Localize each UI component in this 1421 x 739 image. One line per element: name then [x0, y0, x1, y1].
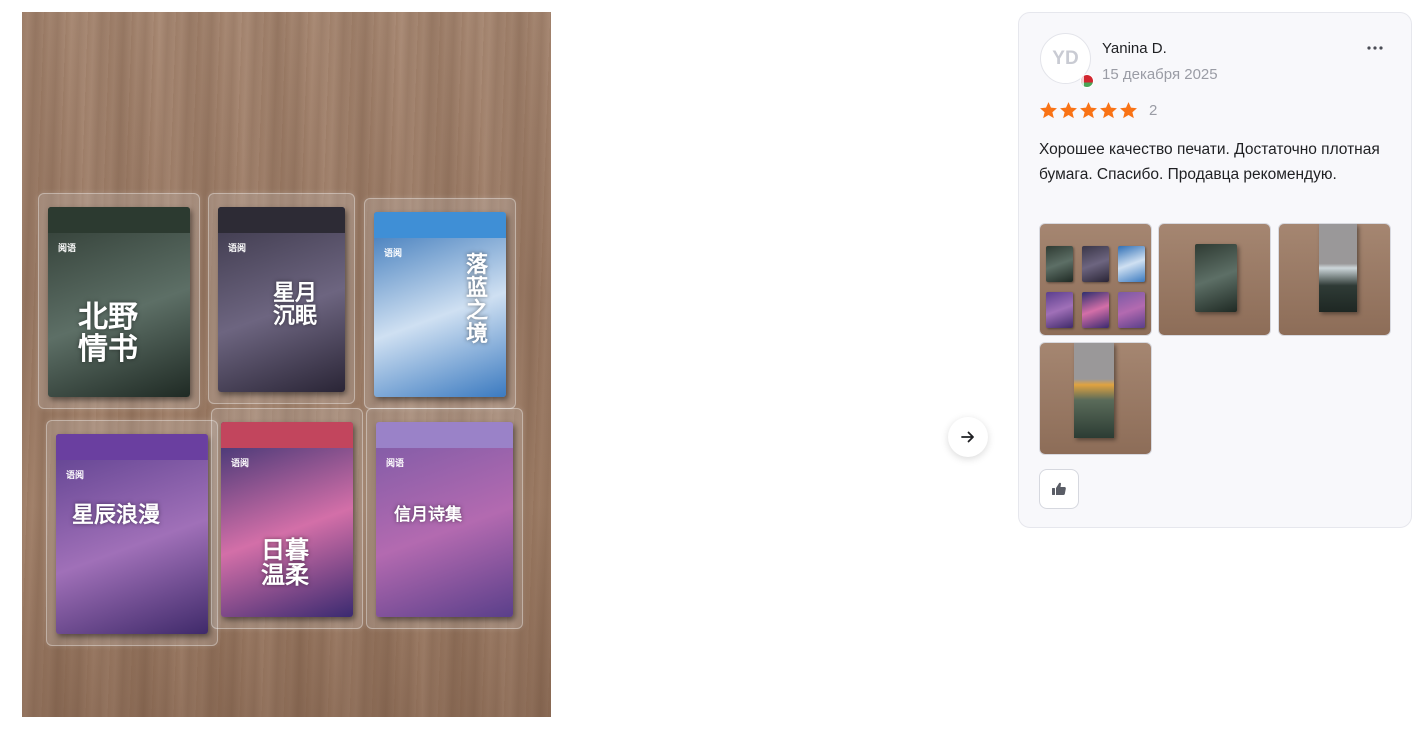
thumb-pack: [1195, 244, 1237, 312]
review-text: Хорошее качество печати. Достаточно плот…: [1039, 141, 1380, 183]
pack-title: 星辰浪漫: [72, 502, 161, 528]
avatar-initials: YD: [1052, 47, 1079, 69]
thumb-pack: [1074, 343, 1114, 438]
star-icon: [1040, 102, 1057, 119]
star-icon: [1060, 102, 1077, 119]
sticker-pack: 阅语北野 情书: [48, 207, 190, 397]
pack-title: 落 蓝 之 境: [466, 252, 489, 348]
review-author: Yanina D.: [1102, 40, 1167, 57]
sticker-pack: 语阅日暮 温柔: [221, 422, 353, 617]
thumb-pack: [1118, 246, 1145, 282]
more-options-button[interactable]: [1363, 39, 1387, 57]
star-icon: [1120, 102, 1137, 119]
review-thumbnail-2[interactable]: [1158, 223, 1271, 336]
review-date: 15 декабря 2025: [1102, 66, 1218, 83]
pack-brand: 语阅: [384, 249, 403, 259]
thumb-pack: [1082, 292, 1109, 328]
thumb-pack: [1118, 292, 1145, 328]
sticker-pack: 语阅星月 沉眠: [218, 207, 345, 392]
rating-count: 2: [1149, 102, 1158, 119]
review-card: YD Yanina D. 15 декабря 2025 2 Хорошее к…: [1018, 12, 1412, 528]
thumb-pack: [1046, 292, 1073, 328]
thumb-pack: [1082, 246, 1109, 282]
pack-title: 北野 情书: [78, 300, 138, 367]
like-button[interactable]: [1039, 469, 1079, 509]
star-icon: [1100, 102, 1117, 119]
review-thumbnail-4[interactable]: [1039, 342, 1152, 455]
pack-title: 星月 沉眠: [273, 280, 318, 330]
review-thumbnail-3[interactable]: [1278, 223, 1391, 336]
belarus-flag-icon: [1080, 74, 1094, 88]
arrow-right-icon: [961, 431, 974, 443]
pack-title: 信月诗集: [394, 505, 462, 525]
review-gallery-view: 阅语 北野 情书 语阅 星月 沉眠 语阅落 蓝 之 境语阅 星辰浪漫 语阅 日暮 温柔 阅语 信月…: [0, 0, 1421, 739]
more-horizontal-icon: [1367, 46, 1383, 50]
next-photo-button[interactable]: [948, 417, 988, 457]
pack-brand: 阅语: [58, 244, 77, 254]
rating-stars: [1039, 101, 1138, 120]
sticker-pack: 语阅 落 蓝 之 境: [374, 212, 506, 397]
pack-brand: 语阅: [228, 244, 247, 254]
pack-brand: 语阅: [66, 471, 85, 481]
thumb-pack: [1319, 224, 1357, 312]
pack-title: 日暮 温柔: [261, 535, 309, 590]
star-icon: [1080, 102, 1097, 119]
sticker-pack: 阅语信月诗集: [376, 422, 513, 617]
thumbs-up-icon: [1052, 482, 1066, 495]
sticker-pack: 语阅星辰浪漫: [56, 434, 208, 634]
main-review-photo[interactable]: 阅语 北野 情书 语阅 星月 沉眠 语阅落 蓝 之 境语阅 星辰浪漫 语阅 日暮 温柔 阅语 信月…: [22, 12, 551, 717]
pack-brand: 语阅: [231, 459, 250, 469]
pack-brand: 阅语: [386, 459, 405, 469]
thumb-pack: [1046, 246, 1073, 282]
review-thumbnail-1[interactable]: [1039, 223, 1152, 336]
